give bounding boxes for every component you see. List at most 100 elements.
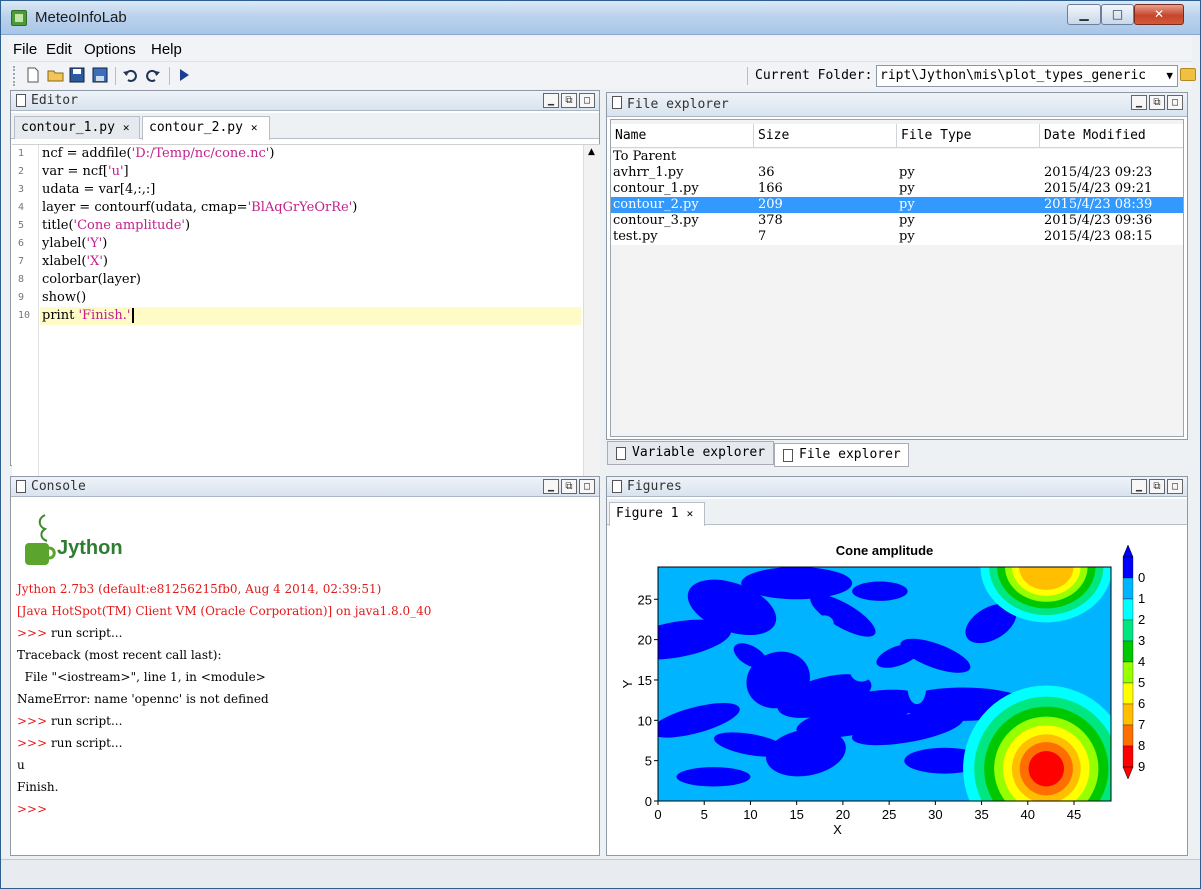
console-line: >>> run script...: [17, 714, 123, 728]
contour-chart[interactable]: Cone amplitude0 5 10 15 20 25 30 35 40 4505101520…: [608, 525, 1186, 855]
code-line: layer = contourf(udata, cmap='BlAqGrYeOr…: [42, 200, 358, 215]
colorbar-label: 1: [1138, 591, 1145, 606]
file-size: 209: [758, 197, 783, 212]
chart-title: Cone amplitude: [836, 543, 934, 558]
menu-edit[interactable]: Edit: [46, 41, 72, 58]
minimize-panel-icon[interactable]: ▁: [543, 479, 559, 494]
file-explorer-panel: File explorer ▁ ⧉ □ Name Size File Type Da…: [606, 92, 1188, 440]
toolbar-grip[interactable]: [13, 66, 16, 86]
chevron-down-icon[interactable]: ▼: [1166, 66, 1173, 86]
menu-help[interactable]: Help: [151, 41, 182, 58]
file-date: 2015/4/23 09:36: [1044, 213, 1153, 228]
toolbar-separator: [747, 67, 748, 85]
y-tick-label: 15: [638, 673, 652, 688]
current-folder-combo[interactable]: ript\Jython\mis\plot_types_generic ▼: [876, 65, 1178, 87]
close-button[interactable]: ✕: [1134, 4, 1184, 25]
y-tick-label: 25: [638, 592, 652, 607]
tab-file-explorer[interactable]: File explorer: [774, 443, 909, 467]
to-parent-label: To Parent: [613, 149, 677, 164]
line-number: 9: [18, 292, 25, 303]
float-panel-icon[interactable]: ⧉: [1149, 95, 1165, 110]
line-number: 5: [18, 220, 25, 231]
tab-contour-1[interactable]: contour_1.py ✕: [14, 116, 140, 139]
console-line: >>> run script...: [17, 626, 123, 640]
title-bar[interactable]: MeteoInfoLab ▁ □ ✕: [1, 1, 1200, 35]
figures-panel: Figures ▁ ⧉ □ Figure 1 ✕ Cone amplitude 0 5 10…: [606, 476, 1188, 856]
maximize-button[interactable]: □: [1101, 4, 1134, 25]
minimize-panel-icon[interactable]: ▁: [1131, 95, 1147, 110]
file-row[interactable]: avhrr_1.py 36 py 2015/4/23 09:23: [611, 165, 1183, 181]
code-line: show(): [42, 290, 87, 305]
browse-folder-icon[interactable]: [1180, 68, 1196, 81]
menu-options[interactable]: Options: [84, 41, 136, 58]
file-row[interactable]: test.py 7 py 2015/4/23 08:15: [611, 229, 1183, 245]
file-type: py: [899, 181, 915, 196]
colorbar-swatch: [1122, 556, 1134, 579]
contour-level-0: [852, 581, 908, 601]
x-tick-label: 0: [654, 807, 661, 822]
close-tab-icon[interactable]: ✕: [251, 121, 258, 134]
document-icon: [612, 96, 622, 109]
float-panel-icon[interactable]: ⧉: [561, 93, 577, 108]
float-panel-icon[interactable]: ⧉: [561, 479, 577, 494]
minimize-panel-icon[interactable]: ▁: [543, 93, 559, 108]
maximize-panel-icon[interactable]: □: [1167, 95, 1183, 110]
maximize-panel-icon[interactable]: □: [579, 479, 595, 494]
contour-level-0: [676, 767, 751, 787]
code-line: title('Cone amplitude'): [42, 218, 191, 233]
float-panel-icon[interactable]: ⧉: [1149, 479, 1165, 494]
menu-file[interactable]: File: [13, 41, 37, 58]
code-line: colorbar(layer): [42, 272, 141, 287]
maximize-panel-icon[interactable]: □: [1167, 479, 1183, 494]
console-panel-header: Console ▁ ⧉ □: [11, 477, 599, 497]
run-icon[interactable]: [175, 67, 193, 85]
tab-variable-explorer[interactable]: Variable explorer: [607, 441, 774, 465]
close-tab-icon[interactable]: ✕: [687, 507, 694, 520]
open-folder-icon[interactable]: [47, 67, 65, 85]
line-number: 4: [18, 202, 25, 213]
x-tick-label: 40: [1021, 807, 1035, 822]
column-date-modified[interactable]: Date Modified: [1040, 124, 1183, 148]
column-size[interactable]: Size: [754, 124, 897, 148]
y-axis-label: Y: [620, 679, 635, 688]
file-size: 166: [758, 181, 783, 196]
contour-fill: [658, 567, 1111, 801]
column-name[interactable]: Name: [611, 124, 754, 148]
redo-icon[interactable]: [144, 67, 162, 85]
file-row[interactable]: contour_3.py 378 py 2015/4/23 09:36: [611, 213, 1183, 229]
undo-icon[interactable]: [121, 67, 139, 85]
save-icon[interactable]: [68, 67, 86, 85]
minimize-button[interactable]: ▁: [1067, 4, 1101, 25]
file-type: py: [899, 213, 915, 228]
file-row[interactable]: contour_2.py 209 py 2015/4/23 08:39: [611, 197, 1183, 213]
file-date: 2015/4/23 09:23: [1044, 165, 1153, 180]
colorbar-swatch: [1122, 703, 1134, 726]
tab-figure-1[interactable]: Figure 1 ✕: [609, 502, 705, 526]
close-tab-icon[interactable]: ✕: [123, 121, 130, 134]
file-name: contour_2.py: [613, 197, 699, 212]
line-number: 7: [18, 256, 25, 267]
console-line: [Java HotSpot(TM) Client VM (Oracle Corp…: [17, 604, 432, 618]
tab-label: contour_2.py: [149, 120, 243, 135]
file-size: 36: [758, 165, 775, 180]
figures-panel-header: Figures ▁ ⧉ □: [607, 477, 1187, 497]
minimize-panel-icon[interactable]: ▁: [1131, 479, 1147, 494]
figure-tabs: Figure 1 ✕: [607, 499, 1187, 526]
tab-label: Variable explorer: [632, 445, 766, 460]
new-file-icon[interactable]: [24, 67, 42, 85]
jython-logo: Jython: [19, 511, 129, 571]
colorbar-label: 8: [1138, 738, 1145, 753]
colorbar-label: 9: [1138, 759, 1145, 774]
main-window: MeteoInfoLab ▁ □ ✕ File Edit Options Hel…: [0, 0, 1201, 889]
file-row[interactable]: contour_1.py 166 py 2015/4/23 09:21: [611, 181, 1183, 197]
file-table-header: Name Size File Type Date Modified: [611, 124, 1183, 148]
maximize-panel-icon[interactable]: □: [579, 93, 595, 108]
x-tick-label: 30: [928, 807, 942, 822]
contour-level-1: [815, 615, 834, 632]
save-as-icon[interactable]: [91, 67, 109, 85]
column-file-type[interactable]: File Type: [897, 124, 1040, 148]
tab-contour-2[interactable]: contour_2.py ✕: [142, 116, 270, 140]
contour-level-1: [850, 662, 873, 682]
scroll-up-icon[interactable]: ▲: [588, 147, 595, 157]
to-parent-row[interactable]: To Parent: [611, 149, 1183, 165]
